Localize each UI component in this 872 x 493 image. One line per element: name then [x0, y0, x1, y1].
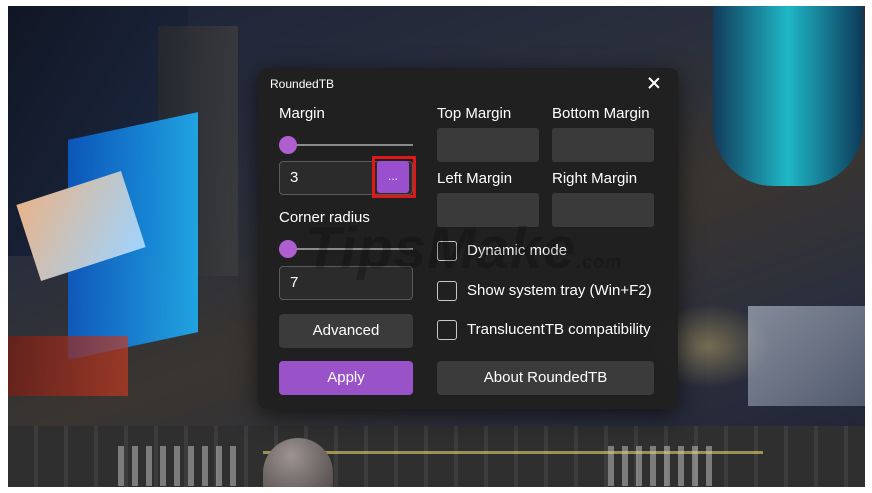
margin-label: Margin [279, 105, 325, 122]
corner-radius-input[interactable]: 7 [279, 266, 413, 300]
translucenttb-label: TranslucentTB compatibility [467, 321, 651, 338]
right-margin-label: Right Margin [552, 170, 638, 187]
margin-slider-thumb[interactable] [279, 136, 297, 154]
corner-slider-thumb[interactable] [279, 240, 297, 258]
crosswalk [118, 446, 238, 486]
left-margin-label: Left Margin [437, 170, 513, 187]
show-tray-checkbox[interactable] [437, 281, 457, 301]
roundedtb-window: RoundedTB Margin 3 ... Corner radius 7 A… [258, 68, 678, 409]
corner-slider-track [279, 248, 413, 250]
margin-slider[interactable] [279, 136, 413, 154]
bottom-margin-label: Bottom Margin [552, 105, 650, 122]
close-icon[interactable] [646, 75, 662, 91]
left-margin-input[interactable] [437, 193, 539, 227]
road-line [263, 451, 763, 454]
window-title: RoundedTB [270, 77, 335, 91]
apply-button[interactable]: Apply [279, 361, 413, 395]
margin-slider-track [279, 144, 413, 146]
billboard-tower [713, 6, 863, 186]
corner-radius-slider[interactable] [279, 240, 413, 258]
corner-radius-label: Corner radius [279, 209, 370, 226]
top-margin-label: Top Margin [437, 105, 512, 122]
show-tray-label: Show system tray (Win+F2) [467, 282, 652, 299]
margin-more-button[interactable]: ... [377, 161, 409, 193]
dynamic-mode-label: Dynamic mode [467, 242, 568, 259]
top-margin-input[interactable] [437, 128, 539, 162]
rooftop [748, 306, 865, 406]
translucenttb-checkbox[interactable] [437, 320, 457, 340]
about-button[interactable]: About RoundedTB [437, 361, 654, 395]
billboard-red [8, 336, 128, 396]
dynamic-mode-checkbox[interactable] [437, 241, 457, 261]
bottom-margin-input[interactable] [552, 128, 654, 162]
right-margin-input[interactable] [552, 193, 654, 227]
advanced-button[interactable]: Advanced [279, 314, 413, 348]
